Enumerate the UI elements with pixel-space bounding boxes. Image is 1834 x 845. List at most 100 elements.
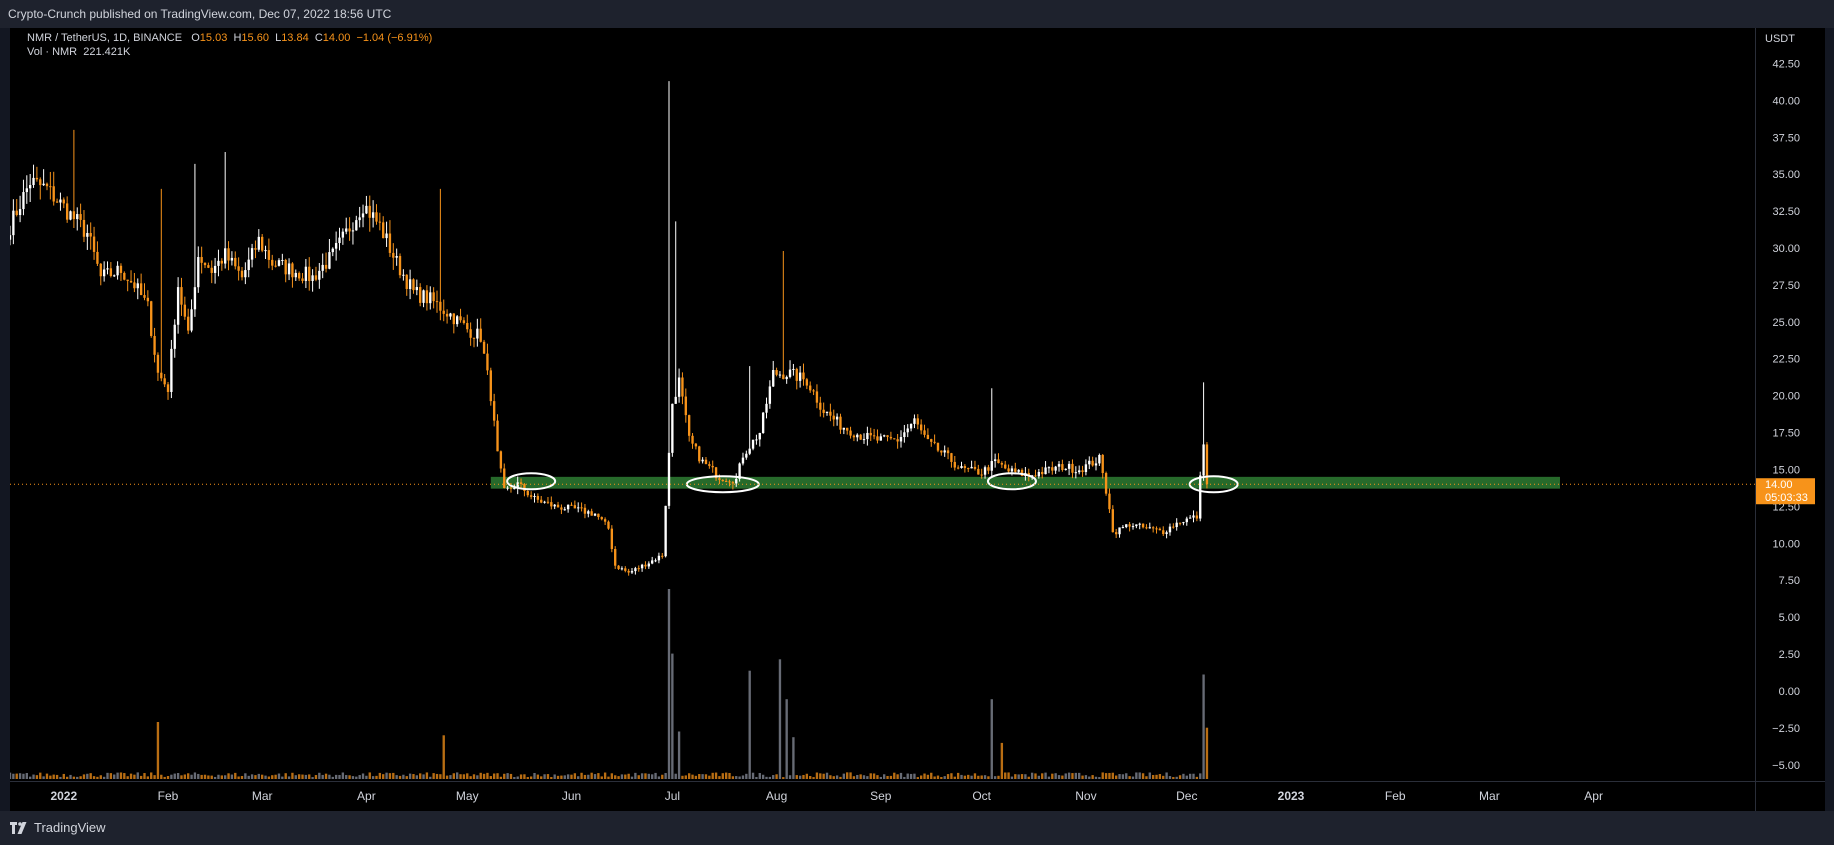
volume-bar-2022-04-18 xyxy=(422,774,425,779)
volume-bar-2022-01-17 xyxy=(116,772,119,779)
volume-bar-2022-05-21 xyxy=(533,772,536,779)
volume-bar-2022-04-01 xyxy=(365,775,368,779)
candle-body-2022-03-14 xyxy=(304,266,308,281)
candle-body-2022-10-06 xyxy=(997,459,1000,464)
candle-body-2022-05-12 xyxy=(503,468,506,488)
candle-body-2022-05-01 xyxy=(466,323,469,330)
candle-body-2022-04-19 xyxy=(425,290,429,304)
x-tick-label-6: Jul xyxy=(665,789,680,803)
volume-bar-2022-03-10 xyxy=(291,772,294,779)
candle-body-2022-08-15 xyxy=(822,409,825,413)
candle-body-2022-10-05 xyxy=(993,459,997,462)
candle-body-2022-06-06 xyxy=(587,511,590,514)
candle-body-2022-09-22 xyxy=(950,453,953,462)
volume-bar-2022-01-29 xyxy=(156,722,160,779)
chart-frame[interactable]: USDT 42.50 40.00 37.50 35.00 32.50 30.00 27.50 2… xyxy=(8,28,1825,811)
candle-body-2022-06-21 xyxy=(637,568,640,570)
candle-body-2022-02-10 xyxy=(197,257,200,288)
candle-body-2022-04-05 xyxy=(378,221,382,223)
volume-bar-2022-02-20 xyxy=(230,774,234,779)
candle-body-2022-09-25 xyxy=(960,466,963,468)
candle-body-2022-03-23 xyxy=(334,243,338,249)
candle-body-2022-03-05 xyxy=(274,265,277,267)
candle-body-2022-05-27 xyxy=(553,504,556,507)
candle-body-2022-05-05 xyxy=(479,328,482,342)
y-tick-label-18: −2.50 xyxy=(1772,723,1800,735)
volume-bar-2022-10-27 xyxy=(1067,772,1071,779)
candle-body-2022-09-17 xyxy=(933,441,936,443)
candle-body-2022-05-19 xyxy=(526,490,529,496)
volume-bar-2022-04-05 xyxy=(378,772,382,779)
volume-bar-2022-02-08 xyxy=(190,774,193,779)
candle-body-2022-03-01 xyxy=(260,236,264,251)
candle-body-2022-07-10 xyxy=(701,459,704,462)
candle-body-2022-06-15 xyxy=(617,565,620,569)
candle-body-2022-01-23 xyxy=(136,283,139,289)
candle-body-2022-04-24 xyxy=(442,310,445,314)
candle-body-2022-08-28 xyxy=(866,432,869,440)
candle-body-2022-09-02 xyxy=(883,435,886,437)
candle-body-2022-06-23 xyxy=(644,564,647,567)
volume-bar-2022-01-27 xyxy=(150,772,153,779)
candle-body-2022-09-23 xyxy=(953,461,956,468)
volume-bar-2022-06-16 xyxy=(620,774,624,779)
volume-bar-2022-10-21 xyxy=(1047,776,1051,779)
volume-bar-2022-09-09 xyxy=(906,773,909,779)
candle-body-2022-02-18 xyxy=(224,248,227,264)
y-tick-label-3: 35.00 xyxy=(1772,169,1800,181)
candle-body-2022-08-30 xyxy=(872,435,876,437)
y-tick-label-2: 37.50 xyxy=(1772,132,1800,144)
candle-body-2022-07-12 xyxy=(708,464,711,466)
candle-body-2022-07-13 xyxy=(711,465,714,468)
candle-body-2022-09-03 xyxy=(886,435,889,437)
volume-bar-2022-10-04 xyxy=(990,699,993,779)
volume-bar-2022-10-25 xyxy=(1061,775,1064,779)
candle-body-2021-12-17 xyxy=(12,210,15,236)
candle-body-2022-02-20 xyxy=(230,257,234,261)
candle-body-2022-08-01 xyxy=(775,370,778,375)
candle-body-2022-02-11 xyxy=(200,257,203,263)
volume-bar-2022-09-27 xyxy=(967,774,970,779)
candle-body-2022-10-21 xyxy=(1047,467,1051,469)
symbol-legend: NMR / TetherUS, 1D, BINANCE O15.03 H15.6… xyxy=(27,32,432,44)
volume-bar-2022-04-02 xyxy=(368,772,371,779)
volume-bar-2021-12-18 xyxy=(15,773,18,779)
candle-body-2022-04-17 xyxy=(419,287,422,303)
y-tick-label-8: 22.50 xyxy=(1772,354,1800,366)
x-tick-label-1: Feb xyxy=(158,789,179,803)
candle-body-2022-01-25 xyxy=(143,295,146,298)
candle-body-2022-08-21 xyxy=(842,427,846,430)
volume-bar-2022-06-02 xyxy=(573,773,577,779)
volume-bar-2022-11-01 xyxy=(1084,775,1088,779)
volume-bar-2022-05-24 xyxy=(543,774,546,779)
candle-body-2021-12-29 xyxy=(52,186,55,202)
volume-bar-2022-05-08 xyxy=(489,776,492,779)
candle-body-2022-06-19 xyxy=(630,571,634,573)
candle-body-2022-03-18 xyxy=(318,270,321,280)
volume-bar-2022-02-17 xyxy=(220,775,223,779)
volume-bar-2022-03-11 xyxy=(294,775,297,779)
candlestick-chart[interactable]: USDT 42.50 40.00 37.50 35.00 32.50 30.00 27.50 2… xyxy=(8,28,1825,811)
volume-bar-2022-01-04 xyxy=(72,776,76,779)
volume-bar-2022-06-22 xyxy=(640,773,644,779)
x-tick-label-3: Apr xyxy=(357,789,376,803)
volume-bar-2022-08-14 xyxy=(819,773,822,779)
candle-body-2022-10-10 xyxy=(1010,468,1014,472)
candle-body-2022-08-13 xyxy=(815,391,819,403)
candle-body-2022-02-07 xyxy=(187,316,190,331)
volume-bar-2022-01-28 xyxy=(153,775,156,779)
candle-body-2022-03-26 xyxy=(345,228,348,232)
x-tick-label-4: May xyxy=(456,789,479,803)
volume-bar-2022-03-05 xyxy=(274,774,277,779)
candle-body-2022-04-16 xyxy=(415,287,419,291)
candle-body-2022-03-24 xyxy=(338,237,341,244)
volume-bar-2022-05-10 xyxy=(496,773,499,779)
candle-body-2022-10-23 xyxy=(1054,466,1057,471)
candle-body-2022-12-06 xyxy=(1202,444,1205,476)
tradingview-logo[interactable]: TradingView xyxy=(10,820,106,835)
volume-bar-2022-05-06 xyxy=(482,773,486,779)
candle-body-2022-10-30 xyxy=(1078,470,1081,473)
candle-body-2022-04-15 xyxy=(412,279,415,291)
candle-body-2022-02-15 xyxy=(213,265,217,273)
volume-bar-2022-01-20 xyxy=(126,776,129,779)
